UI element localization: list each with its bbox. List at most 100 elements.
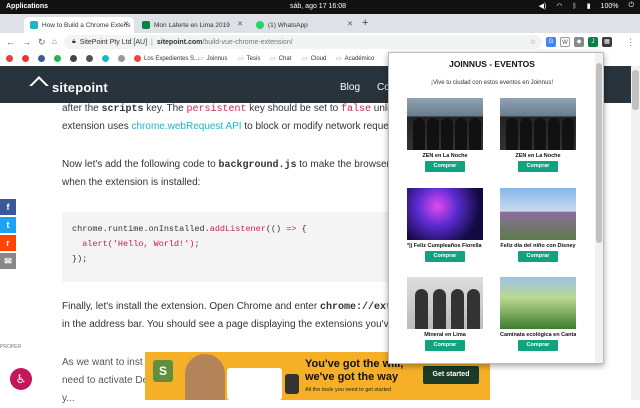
bluetooth-icon[interactable]: ᛒ xyxy=(572,3,576,10)
proper-badge: PROPER xyxy=(0,344,22,350)
battery-icon[interactable]: ▮ xyxy=(587,2,591,10)
ad-subtext: All the tools you need to get started xyxy=(305,387,392,393)
event-card[interactable]: Mineral en Lima Comprar xyxy=(407,277,487,351)
buy-button[interactable]: Comprar xyxy=(518,251,558,262)
ad-headline: we've got the way xyxy=(305,371,399,383)
folder-icon: ▭ xyxy=(336,56,342,62)
applications-menu[interactable]: Applications xyxy=(6,3,48,10)
share-facebook-button[interactable]: f xyxy=(0,199,16,215)
wifi-icon[interactable]: ◠ xyxy=(556,2,562,10)
buy-button[interactable]: Comprar xyxy=(425,251,465,262)
buy-button[interactable]: Comprar xyxy=(425,161,465,172)
tab-strip: How to Build a Chrome Extens ✕ Mon Lafer… xyxy=(0,14,640,33)
event-image[interactable] xyxy=(500,98,576,150)
joinnus-extension-icon[interactable]: J xyxy=(588,37,598,47)
reload-icon[interactable]: ↻ xyxy=(38,37,46,48)
event-name: Feliz día del niño con Disney xyxy=(500,243,576,249)
bookmark-joinnus[interactable]: ▭ Joinnus xyxy=(198,55,227,63)
tab-sitepoint[interactable]: How to Build a Chrome Extens ✕ xyxy=(24,17,134,33)
back-arrow-icon[interactable]: ← xyxy=(6,37,15,47)
tab-whatsapp[interactable]: (1) WhatsApp ✕ xyxy=(250,17,358,33)
github-icon xyxy=(70,55,77,62)
drive-icon xyxy=(102,55,109,62)
spotify-icon xyxy=(54,55,61,62)
ad-device-image xyxy=(227,368,282,400)
bookmark-academico[interactable]: ▭ Académico xyxy=(336,55,374,63)
inline-code: background.js xyxy=(218,160,297,171)
webrequest-api-link[interactable]: chrome.webRequest API xyxy=(132,121,242,132)
address-bar[interactable]: 🔒︎ SitePoint Pty Ltd [AU] | sitepoint.co… xyxy=(64,35,542,49)
bookmark-github[interactable] xyxy=(70,55,77,62)
buy-button[interactable]: Comprar xyxy=(425,340,465,351)
ad-get-started-button[interactable]: Get started xyxy=(423,366,479,384)
power-icon[interactable]: ⏻ xyxy=(628,2,634,10)
menu-icon[interactable]: ⋮ xyxy=(626,37,635,48)
new-tab-button[interactable]: + xyxy=(362,17,368,29)
code-line: chrome.runtime.onInstalled.addListener((… xyxy=(72,224,307,234)
twitter-icon: t xyxy=(6,220,10,230)
forward-arrow-icon[interactable]: → xyxy=(22,37,31,47)
close-tab-icon[interactable]: ✕ xyxy=(237,20,243,28)
whatsapp-favicon-icon xyxy=(256,21,264,29)
bookmark-gmail[interactable] xyxy=(6,55,13,62)
event-card[interactable]: Feliz día del niño con Disney Comprar xyxy=(500,188,580,262)
event-name: Caminata ecológica en Canta xyxy=(500,332,576,338)
email-icon: ✉ xyxy=(4,256,12,266)
bookmark-facebook[interactable] xyxy=(38,55,45,62)
share-reddit-button[interactable]: r xyxy=(0,235,16,251)
buy-button[interactable]: Comprar xyxy=(518,161,558,172)
close-tab-icon[interactable]: ✕ xyxy=(347,20,353,28)
sitepoint-logo-icon xyxy=(29,76,49,96)
inline-code: false xyxy=(341,104,372,115)
bookmark-drive[interactable] xyxy=(102,55,109,62)
buy-button[interactable]: Comprar xyxy=(518,340,558,351)
bookmark-grey[interactable] xyxy=(118,55,125,62)
folder-icon: ▭ xyxy=(302,56,308,62)
event-card[interactable]: ZEN en La Noche Comprar xyxy=(407,98,487,172)
bookmark-cloud[interactable]: ▭ Cloud xyxy=(302,55,326,63)
event-image[interactable] xyxy=(407,277,483,329)
share-email-button[interactable]: ✉ xyxy=(0,253,16,269)
event-image[interactable] xyxy=(407,98,483,150)
accessibility-button[interactable]: ♿︎ xyxy=(10,368,32,390)
event-image[interactable] xyxy=(500,188,576,240)
bookmark-youtube[interactable] xyxy=(22,55,29,62)
bookmark-spotify[interactable] xyxy=(54,55,61,62)
wordpress-extension-icon[interactable]: W xyxy=(560,37,570,47)
shopify-logo-icon: S xyxy=(153,360,173,382)
page-scrollbar-thumb[interactable] xyxy=(632,70,639,110)
inline-code: persistent xyxy=(186,104,247,115)
close-tab-icon[interactable]: ✕ xyxy=(123,20,129,28)
popup-subtitle: ¡Vive tu ciudad con estos eventos en Joi… xyxy=(431,80,553,86)
nav-blog-link[interactable]: Blog xyxy=(340,82,360,93)
sitepoint-logo[interactable]: sitepoint xyxy=(29,76,108,96)
event-card[interactable]: Caminata ecológica en Canta Comprar xyxy=(500,277,580,351)
tab-mon-laferte[interactable]: Mon Laferte en Lima 2019 ✕ xyxy=(136,17,248,33)
extension-icon[interactable]: ◆ xyxy=(574,37,584,47)
bookmark-chat[interactable]: ▭ Chat xyxy=(270,55,291,63)
lock-icon[interactable]: 🔒︎ xyxy=(72,38,76,46)
translate-extension-icon[interactable]: G xyxy=(546,37,556,47)
bookmark-expedientes[interactable]: Los Expedientes S... xyxy=(134,55,199,62)
event-image[interactable] xyxy=(407,188,483,240)
bookmark-icon xyxy=(134,55,141,62)
page-scrollbar[interactable] xyxy=(631,66,640,400)
bookmark-tesis[interactable]: ▭ Tesis xyxy=(238,55,260,63)
popup-scrollbar-thumb[interactable] xyxy=(596,63,602,243)
bookmark-dark[interactable] xyxy=(86,55,93,62)
event-card[interactable]: *|| Feliz Cumpleaños Fiorella ||* Compra… xyxy=(407,188,487,262)
volume-icon[interactable]: ◀) xyxy=(539,2,547,10)
event-card[interactable]: ZEN en La Noche Comprar xyxy=(500,98,580,172)
address-path: /build-vue-chrome-extension/ xyxy=(202,38,293,46)
dark-extension-icon[interactable]: ▦ xyxy=(602,37,612,47)
star-icon[interactable]: ☆ xyxy=(530,38,536,46)
share-twitter-button[interactable]: t xyxy=(0,217,16,233)
home-icon[interactable]: ⌂ xyxy=(52,37,57,46)
inline-code: scripts xyxy=(101,104,144,115)
event-image[interactable] xyxy=(500,277,576,329)
tab-label: Mon Laferte en Lima 2019 xyxy=(154,21,230,29)
os-clock[interactable]: sáb, ago 17 16:08 xyxy=(290,3,346,10)
tab-label: (1) WhatsApp xyxy=(268,21,308,29)
tab-label: How to Build a Chrome Extens xyxy=(42,21,131,29)
event-name: ZEN en La Noche xyxy=(515,153,561,159)
